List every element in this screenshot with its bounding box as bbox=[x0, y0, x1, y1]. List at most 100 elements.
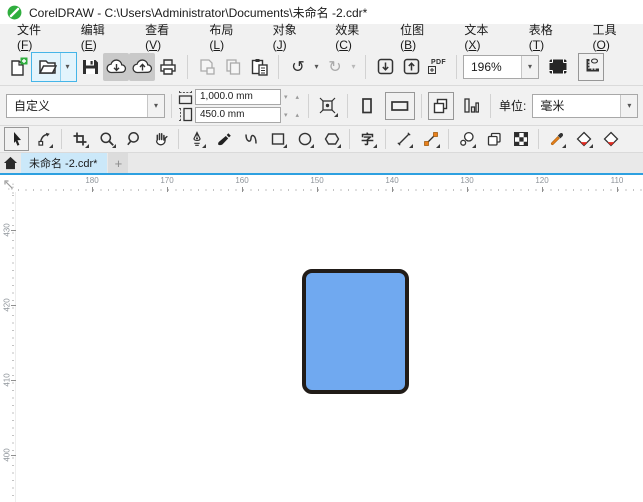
page-height-field[interactable] bbox=[195, 106, 281, 123]
print-button[interactable] bbox=[155, 53, 181, 81]
menu-L[interactable]: 布局(L) bbox=[200, 21, 251, 52]
divider bbox=[448, 129, 449, 149]
transparency-tool[interactable] bbox=[508, 127, 533, 151]
rectangle-icon bbox=[270, 131, 286, 147]
cut-button[interactable] bbox=[194, 53, 220, 81]
redo-button[interactable]: ↻ bbox=[322, 53, 348, 81]
horizontal-ruler[interactable]: 180 170 160 150 140 130 120 110 bbox=[0, 175, 643, 192]
export-button[interactable] bbox=[398, 53, 424, 81]
h-ruler-label: 130 bbox=[460, 176, 474, 185]
cloud-download-button[interactable] bbox=[103, 52, 129, 81]
import-button[interactable] bbox=[372, 53, 398, 81]
undo-dropdown-button[interactable]: ▾ bbox=[311, 53, 322, 81]
menu-F[interactable]: 文件(F) bbox=[8, 21, 60, 52]
page-width-spinner[interactable]: ▾ ▴ bbox=[284, 93, 302, 101]
cloud-upload-button[interactable] bbox=[129, 52, 155, 81]
smart-fill-tool[interactable] bbox=[598, 127, 623, 151]
set-size-current-page-button[interactable] bbox=[458, 92, 484, 120]
new-tab-button[interactable]: + bbox=[108, 153, 129, 173]
page-width-field[interactable] bbox=[195, 88, 281, 105]
page-height-spinner[interactable]: ▾ ▴ bbox=[284, 111, 302, 119]
rectangle-tool[interactable] bbox=[265, 127, 290, 151]
menu-V[interactable]: 查看(V) bbox=[136, 21, 188, 52]
landscape-button[interactable] bbox=[384, 91, 415, 120]
crop-icon bbox=[72, 131, 88, 147]
pen-nib-icon bbox=[189, 131, 205, 147]
copy-icon bbox=[224, 58, 242, 76]
copy-button[interactable] bbox=[220, 53, 246, 81]
divider bbox=[307, 93, 309, 118]
menu-C[interactable]: 效果(C) bbox=[326, 21, 379, 52]
zoom-level-combo[interactable]: 196% ▾ bbox=[463, 54, 539, 79]
divider bbox=[178, 129, 179, 149]
line-tool[interactable] bbox=[391, 127, 416, 151]
pan-tool[interactable] bbox=[148, 127, 173, 151]
undo-button[interactable]: ↺ bbox=[285, 53, 311, 81]
document-tab-active[interactable]: 未命名 -2.cdr* bbox=[21, 153, 108, 173]
paintbrush-tool[interactable] bbox=[211, 127, 236, 151]
b-spline-tool[interactable] bbox=[238, 127, 263, 151]
welcome-home-tab[interactable] bbox=[0, 153, 21, 173]
set-size-all-pages-button[interactable] bbox=[427, 91, 454, 120]
zoom-to-selected-icon bbox=[318, 96, 337, 115]
menu-T[interactable]: 表格(T) bbox=[520, 21, 572, 52]
caret-down-icon: ▾ bbox=[351, 61, 356, 71]
divider bbox=[187, 54, 188, 79]
page-size-preset-combo[interactable]: 自定义 ▾ bbox=[6, 93, 165, 118]
vertical-ruler[interactable]: 430 420 410 400 bbox=[0, 192, 16, 502]
crop-tool[interactable] bbox=[67, 127, 92, 151]
menu-X[interactable]: 文本(X) bbox=[455, 21, 507, 52]
divider bbox=[278, 54, 279, 79]
units-dropdown[interactable]: ▾ bbox=[620, 94, 638, 117]
rulers-icon bbox=[582, 57, 601, 76]
ruler-origin-button[interactable] bbox=[0, 175, 16, 192]
open-dropdown-button[interactable]: ▾ bbox=[60, 52, 74, 81]
page-size-preset-dropdown[interactable]: ▾ bbox=[147, 94, 164, 117]
drop-shadow-icon bbox=[486, 131, 502, 147]
property-bar: 自定义 ▾ ▾ ▴ ▾ ▴ bbox=[0, 86, 643, 126]
shape-tool[interactable] bbox=[31, 127, 56, 151]
save-button[interactable] bbox=[77, 53, 103, 81]
zoom-to-selected-button[interactable] bbox=[315, 92, 341, 120]
units-value: 毫米 bbox=[540, 99, 565, 113]
page-size-preset-value: 自定义 bbox=[14, 99, 51, 113]
menu-O[interactable]: 工具(O) bbox=[584, 21, 637, 52]
open-button[interactable] bbox=[34, 54, 60, 80]
pick-tool[interactable] bbox=[4, 127, 29, 151]
toggle-rulers-button[interactable] bbox=[578, 52, 604, 81]
interactive-fill-tool[interactable] bbox=[571, 127, 596, 151]
menu-E[interactable]: 编辑(E) bbox=[72, 21, 124, 52]
callout-tool[interactable] bbox=[454, 127, 479, 151]
full-screen-preview-button[interactable] bbox=[545, 53, 571, 81]
ellipse-tool[interactable] bbox=[292, 127, 317, 151]
new-document-icon bbox=[9, 57, 28, 76]
units-combo[interactable]: 毫米 ▾ bbox=[532, 93, 639, 118]
drop-shadow-tool[interactable] bbox=[481, 127, 506, 151]
checkerboard-icon bbox=[513, 131, 529, 147]
divider bbox=[171, 93, 172, 118]
zoom-tool-secondary[interactable] bbox=[121, 127, 146, 151]
document-canvas[interactable] bbox=[16, 192, 643, 502]
menu-J[interactable]: 对象(J) bbox=[264, 21, 315, 52]
polygon-tool[interactable] bbox=[319, 127, 344, 151]
menu-B[interactable]: 位图(B) bbox=[391, 21, 443, 52]
paste-button[interactable] bbox=[246, 53, 272, 81]
publish-pdf-button[interactable]: PDF bbox=[424, 53, 450, 81]
color-eyedropper-tool[interactable] bbox=[544, 127, 569, 151]
hexagon-icon bbox=[324, 131, 340, 147]
eyedropper-icon bbox=[549, 131, 565, 147]
ellipse-icon bbox=[297, 131, 313, 147]
redo-dropdown-button[interactable]: ▾ bbox=[348, 53, 359, 81]
connector-tool[interactable] bbox=[418, 127, 443, 151]
magnifier-icon bbox=[126, 131, 142, 147]
new-document-button[interactable] bbox=[5, 53, 31, 81]
open-button-group: ▾ bbox=[31, 51, 77, 82]
drawn-rectangle[interactable] bbox=[302, 269, 409, 394]
pen-tool[interactable] bbox=[184, 127, 209, 151]
portrait-button[interactable] bbox=[354, 92, 380, 120]
page-height-icon bbox=[178, 107, 193, 122]
zoom-level-dropdown[interactable]: ▾ bbox=[521, 55, 538, 78]
zoom-tool[interactable] bbox=[94, 127, 119, 151]
save-icon bbox=[81, 58, 99, 76]
text-tool[interactable]: 字 bbox=[355, 127, 380, 151]
